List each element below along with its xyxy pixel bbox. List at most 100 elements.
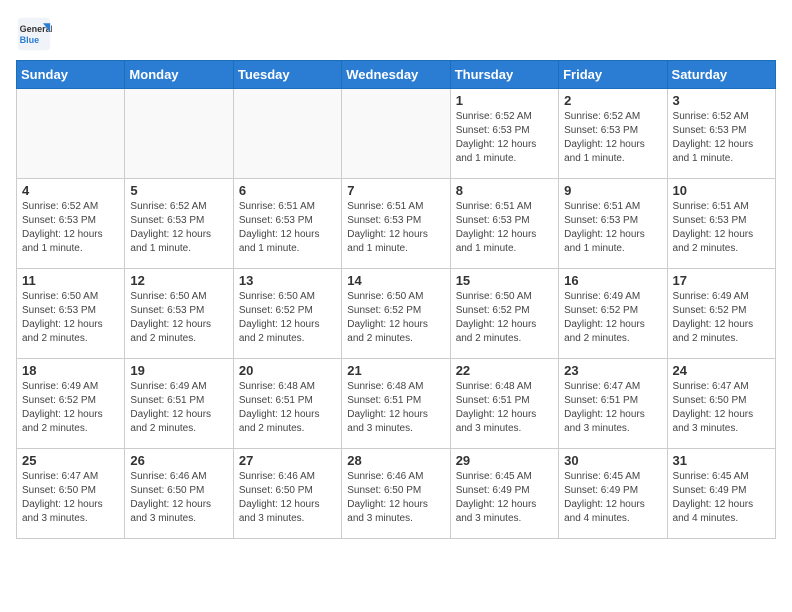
table-row: 28 Sunrise: 6:46 AM Sunset: 6:50 PM Dayl… <box>342 449 450 539</box>
table-row: 2 Sunrise: 6:52 AM Sunset: 6:53 PM Dayli… <box>559 89 667 179</box>
day-number: 30 <box>564 453 661 468</box>
day-number: 22 <box>456 363 553 378</box>
table-row: 12 Sunrise: 6:50 AM Sunset: 6:53 PM Dayl… <box>125 269 233 359</box>
day-info: Sunrise: 6:51 AM Sunset: 6:53 PM Dayligh… <box>456 200 553 256</box>
day-info: Sunrise: 6:49 AM Sunset: 6:52 PM Dayligh… <box>673 290 770 346</box>
day-number: 1 <box>456 93 553 108</box>
table-row: 6 Sunrise: 6:51 AM Sunset: 6:53 PM Dayli… <box>233 179 341 269</box>
day-number: 27 <box>239 453 336 468</box>
day-info: Sunrise: 6:46 AM Sunset: 6:50 PM Dayligh… <box>347 470 444 526</box>
calendar-week-row: 1 Sunrise: 6:52 AM Sunset: 6:53 PM Dayli… <box>17 89 776 179</box>
day-number: 23 <box>564 363 661 378</box>
day-info: Sunrise: 6:47 AM Sunset: 6:51 PM Dayligh… <box>564 380 661 436</box>
table-row: 29 Sunrise: 6:45 AM Sunset: 6:49 PM Dayl… <box>450 449 558 539</box>
day-info: Sunrise: 6:50 AM Sunset: 6:52 PM Dayligh… <box>347 290 444 346</box>
table-row: 16 Sunrise: 6:49 AM Sunset: 6:52 PM Dayl… <box>559 269 667 359</box>
table-row: 20 Sunrise: 6:48 AM Sunset: 6:51 PM Dayl… <box>233 359 341 449</box>
day-number: 20 <box>239 363 336 378</box>
day-info: Sunrise: 6:52 AM Sunset: 6:53 PM Dayligh… <box>564 110 661 166</box>
table-row: 30 Sunrise: 6:45 AM Sunset: 6:49 PM Dayl… <box>559 449 667 539</box>
day-number: 6 <box>239 183 336 198</box>
day-number: 26 <box>130 453 227 468</box>
weekday-header-row: SundayMondayTuesdayWednesdayThursdayFrid… <box>17 61 776 89</box>
day-info: Sunrise: 6:50 AM Sunset: 6:52 PM Dayligh… <box>239 290 336 346</box>
table-row: 7 Sunrise: 6:51 AM Sunset: 6:53 PM Dayli… <box>342 179 450 269</box>
day-number: 7 <box>347 183 444 198</box>
table-row: 15 Sunrise: 6:50 AM Sunset: 6:52 PM Dayl… <box>450 269 558 359</box>
day-info: Sunrise: 6:51 AM Sunset: 6:53 PM Dayligh… <box>347 200 444 256</box>
calendar-week-row: 11 Sunrise: 6:50 AM Sunset: 6:53 PM Dayl… <box>17 269 776 359</box>
day-number: 24 <box>673 363 770 378</box>
calendar-week-row: 4 Sunrise: 6:52 AM Sunset: 6:53 PM Dayli… <box>17 179 776 269</box>
day-info: Sunrise: 6:48 AM Sunset: 6:51 PM Dayligh… <box>239 380 336 436</box>
table-row: 14 Sunrise: 6:50 AM Sunset: 6:52 PM Dayl… <box>342 269 450 359</box>
day-number: 21 <box>347 363 444 378</box>
day-number: 3 <box>673 93 770 108</box>
day-info: Sunrise: 6:50 AM Sunset: 6:53 PM Dayligh… <box>22 290 119 346</box>
table-row: 17 Sunrise: 6:49 AM Sunset: 6:52 PM Dayl… <box>667 269 775 359</box>
day-info: Sunrise: 6:51 AM Sunset: 6:53 PM Dayligh… <box>673 200 770 256</box>
table-row: 25 Sunrise: 6:47 AM Sunset: 6:50 PM Dayl… <box>17 449 125 539</box>
day-number: 12 <box>130 273 227 288</box>
table-row: 27 Sunrise: 6:46 AM Sunset: 6:50 PM Dayl… <box>233 449 341 539</box>
table-row <box>17 89 125 179</box>
day-info: Sunrise: 6:52 AM Sunset: 6:53 PM Dayligh… <box>673 110 770 166</box>
day-number: 9 <box>564 183 661 198</box>
calendar: SundayMondayTuesdayWednesdayThursdayFrid… <box>16 60 776 539</box>
table-row: 19 Sunrise: 6:49 AM Sunset: 6:51 PM Dayl… <box>125 359 233 449</box>
day-number: 4 <box>22 183 119 198</box>
day-info: Sunrise: 6:49 AM Sunset: 6:51 PM Dayligh… <box>130 380 227 436</box>
day-number: 28 <box>347 453 444 468</box>
table-row: 26 Sunrise: 6:46 AM Sunset: 6:50 PM Dayl… <box>125 449 233 539</box>
svg-text:Blue: Blue <box>20 35 40 45</box>
logo: General Blue <box>16 16 52 52</box>
day-info: Sunrise: 6:46 AM Sunset: 6:50 PM Dayligh… <box>239 470 336 526</box>
weekday-header: Thursday <box>450 61 558 89</box>
weekday-header: Wednesday <box>342 61 450 89</box>
day-number: 8 <box>456 183 553 198</box>
logo-icon: General Blue <box>16 16 52 52</box>
table-row: 8 Sunrise: 6:51 AM Sunset: 6:53 PM Dayli… <box>450 179 558 269</box>
table-row: 9 Sunrise: 6:51 AM Sunset: 6:53 PM Dayli… <box>559 179 667 269</box>
weekday-header: Friday <box>559 61 667 89</box>
day-number: 18 <box>22 363 119 378</box>
day-info: Sunrise: 6:52 AM Sunset: 6:53 PM Dayligh… <box>22 200 119 256</box>
day-info: Sunrise: 6:52 AM Sunset: 6:53 PM Dayligh… <box>456 110 553 166</box>
calendar-week-row: 25 Sunrise: 6:47 AM Sunset: 6:50 PM Dayl… <box>17 449 776 539</box>
table-row: 5 Sunrise: 6:52 AM Sunset: 6:53 PM Dayli… <box>125 179 233 269</box>
calendar-week-row: 18 Sunrise: 6:49 AM Sunset: 6:52 PM Dayl… <box>17 359 776 449</box>
day-number: 19 <box>130 363 227 378</box>
day-info: Sunrise: 6:49 AM Sunset: 6:52 PM Dayligh… <box>564 290 661 346</box>
table-row: 24 Sunrise: 6:47 AM Sunset: 6:50 PM Dayl… <box>667 359 775 449</box>
table-row: 23 Sunrise: 6:47 AM Sunset: 6:51 PM Dayl… <box>559 359 667 449</box>
table-row: 10 Sunrise: 6:51 AM Sunset: 6:53 PM Dayl… <box>667 179 775 269</box>
day-info: Sunrise: 6:47 AM Sunset: 6:50 PM Dayligh… <box>673 380 770 436</box>
day-info: Sunrise: 6:49 AM Sunset: 6:52 PM Dayligh… <box>22 380 119 436</box>
table-row: 3 Sunrise: 6:52 AM Sunset: 6:53 PM Dayli… <box>667 89 775 179</box>
day-number: 29 <box>456 453 553 468</box>
day-info: Sunrise: 6:51 AM Sunset: 6:53 PM Dayligh… <box>564 200 661 256</box>
day-info: Sunrise: 6:51 AM Sunset: 6:53 PM Dayligh… <box>239 200 336 256</box>
day-info: Sunrise: 6:46 AM Sunset: 6:50 PM Dayligh… <box>130 470 227 526</box>
table-row: 13 Sunrise: 6:50 AM Sunset: 6:52 PM Dayl… <box>233 269 341 359</box>
day-info: Sunrise: 6:45 AM Sunset: 6:49 PM Dayligh… <box>673 470 770 526</box>
weekday-header: Tuesday <box>233 61 341 89</box>
weekday-header: Sunday <box>17 61 125 89</box>
day-info: Sunrise: 6:45 AM Sunset: 6:49 PM Dayligh… <box>456 470 553 526</box>
table-row <box>125 89 233 179</box>
day-number: 5 <box>130 183 227 198</box>
table-row: 18 Sunrise: 6:49 AM Sunset: 6:52 PM Dayl… <box>17 359 125 449</box>
day-info: Sunrise: 6:48 AM Sunset: 6:51 PM Dayligh… <box>456 380 553 436</box>
day-info: Sunrise: 6:52 AM Sunset: 6:53 PM Dayligh… <box>130 200 227 256</box>
day-number: 17 <box>673 273 770 288</box>
day-number: 25 <box>22 453 119 468</box>
day-info: Sunrise: 6:45 AM Sunset: 6:49 PM Dayligh… <box>564 470 661 526</box>
day-number: 11 <box>22 273 119 288</box>
table-row <box>233 89 341 179</box>
day-info: Sunrise: 6:50 AM Sunset: 6:52 PM Dayligh… <box>456 290 553 346</box>
header: General Blue <box>16 16 776 52</box>
day-number: 13 <box>239 273 336 288</box>
table-row: 1 Sunrise: 6:52 AM Sunset: 6:53 PM Dayli… <box>450 89 558 179</box>
weekday-header: Monday <box>125 61 233 89</box>
table-row: 31 Sunrise: 6:45 AM Sunset: 6:49 PM Dayl… <box>667 449 775 539</box>
